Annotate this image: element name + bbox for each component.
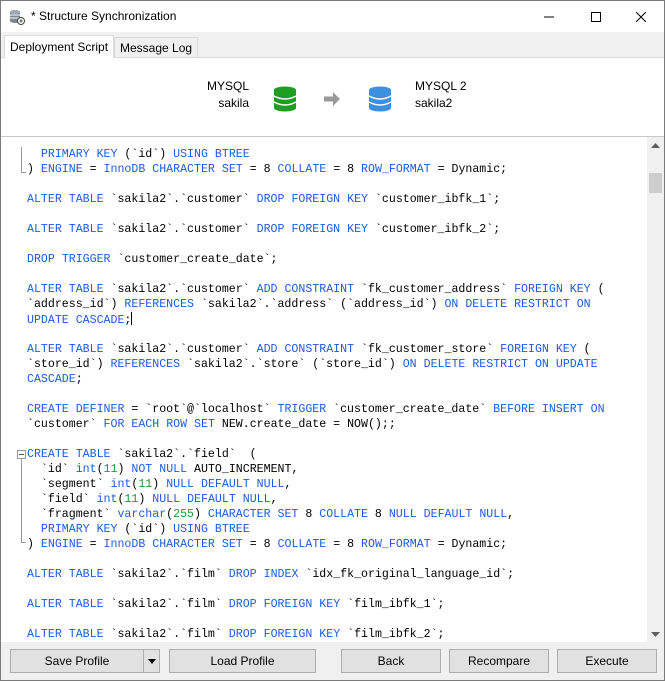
scroll-thumb[interactable] (649, 173, 662, 193)
script-line: CREATE TABLE `sakila2`.`field` ( (27, 448, 257, 461)
text-caret (131, 312, 133, 325)
tab-bar: Deployment Script Message Log (1, 35, 664, 58)
recompare-button[interactable]: Recompare (449, 649, 549, 673)
script-line: ALTER TABLE `sakila2`.`customer` DROP FO… (27, 223, 501, 236)
script-line: ALTER TABLE `sakila2`.`film` DROP FOREIG… (27, 628, 445, 641)
vertical-scrollbar[interactable] (647, 137, 664, 643)
footer-bar: Save Profile Load Profile Back Recompare… (1, 642, 664, 680)
scroll-down-button[interactable] (647, 626, 664, 643)
script-line: ) ENGINE = InnoDB CHARACTER SET = 8 COLL… (27, 163, 508, 176)
fold-guide (21, 459, 22, 542)
execute-button[interactable]: Execute (557, 649, 657, 673)
database-sync-icon (9, 9, 25, 25)
back-button[interactable]: Back (341, 649, 441, 673)
script-line: `store_id`) REFERENCES `sakila2`.`store`… (27, 358, 598, 371)
chevron-down-icon (147, 658, 156, 664)
close-icon (636, 11, 646, 22)
script-line: UPDATE CASCADE; (27, 312, 133, 327)
script-line: PRIMARY KEY (`id`) USING BTREE (40, 523, 250, 536)
scroll-up-button[interactable] (647, 137, 664, 154)
script-text[interactable]: PRIMARY KEY (`id`) USING BTREE ) ENGINE =… (1, 137, 647, 643)
script-line: ALTER TABLE `sakila2`.`customer` ADD CON… (27, 283, 605, 296)
structure-sync-window: * Structure Synchronization Deployment S… (0, 0, 665, 681)
script-line: CASCADE; (27, 373, 83, 386)
chevron-up-icon (651, 143, 660, 148)
source-database: sakila (218, 96, 249, 110)
script-line: CREATE DEFINER = `root`@`localhost` TRIG… (27, 403, 605, 416)
deployment-script-panel: MYSQL sakila MYSQL 2 sakila2 PRIMARY KEY… (1, 57, 664, 643)
maximize-button[interactable] (573, 1, 619, 32)
save-profile-dropdown[interactable] (143, 649, 160, 673)
source-server: MYSQL (206, 79, 249, 93)
target-database-icon (368, 86, 392, 112)
title-bar[interactable]: * Structure Synchronization (1, 1, 664, 32)
script-line: ALTER TABLE `sakila2`.`customer` ADD CON… (27, 343, 591, 356)
script-line: PRIMARY KEY (`id`) USING BTREE (40, 148, 250, 161)
source-connection: MYSQL sakila (129, 78, 249, 112)
tab-deployment-script[interactable]: Deployment Script (4, 35, 115, 58)
minimize-icon (544, 16, 554, 17)
script-line: `segment` int(11) NULL DEFAULT NULL, (27, 478, 292, 491)
script-editor[interactable]: PRIMARY KEY (`id`) USING BTREE ) ENGINE =… (1, 136, 664, 643)
script-line: ALTER TABLE `sakila2`.`film` DROP INDEX … (27, 568, 515, 581)
script-line: `fragment` varchar(255) CHARACTER SET 8 … (27, 508, 515, 521)
script-line: `customer` FOR EACH ROW SET NEW.create_d… (27, 418, 396, 431)
source-database-icon (273, 86, 297, 112)
maximize-icon (591, 11, 601, 22)
window-title: * Structure Synchronization (31, 9, 177, 23)
fold-end-marker (21, 172, 26, 173)
target-server: MYSQL 2 (415, 79, 467, 93)
target-connection: MYSQL 2 sakila2 (415, 78, 535, 112)
save-profile-button[interactable]: Save Profile (10, 649, 144, 673)
tab-message-log[interactable]: Message Log (114, 37, 199, 57)
script-line: `address_id`) REFERENCES `sakila2`.`addr… (27, 298, 591, 311)
chevron-down-icon (651, 632, 660, 637)
script-line: ) ENGINE = InnoDB CHARACTER SET = 8 COLL… (27, 538, 508, 551)
script-line: `field` int(11) NULL DEFAULT NULL, (27, 493, 278, 506)
script-line: `id` int(11) NOT NULL AUTO_INCREMENT, (27, 463, 299, 476)
script-line: DROP TRIGGER `customer_create_date`; (27, 253, 278, 266)
arrow-right-icon (323, 91, 341, 107)
script-line: ALTER TABLE `sakila2`.`customer` DROP FO… (27, 193, 501, 206)
script-line: ALTER TABLE `sakila2`.`film` DROP FOREIG… (27, 598, 445, 611)
close-button[interactable] (618, 1, 664, 32)
fold-guide (21, 147, 22, 172)
load-profile-button[interactable]: Load Profile (169, 649, 316, 673)
minimize-button[interactable] (526, 1, 572, 32)
fold-end-marker (21, 542, 26, 543)
target-database: sakila2 (415, 96, 453, 110)
fold-collapse-icon[interactable] (17, 450, 26, 459)
